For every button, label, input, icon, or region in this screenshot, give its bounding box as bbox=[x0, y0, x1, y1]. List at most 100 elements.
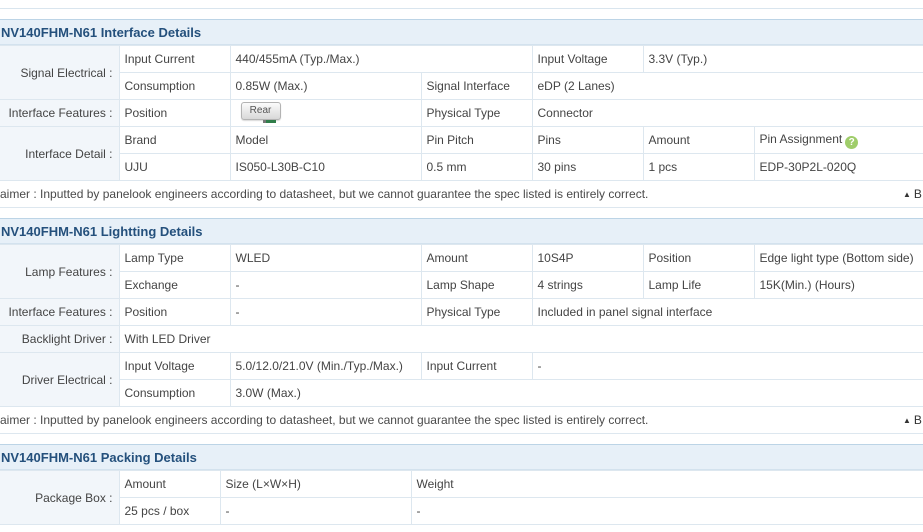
pins-header: Pins bbox=[531, 126, 644, 154]
amount-value: 10S4P bbox=[531, 244, 644, 272]
back-to-top-label: B bbox=[913, 413, 922, 427]
disclaimer-text: aimer : Inputted by panelook engineers a… bbox=[0, 187, 649, 201]
input-current-label: Input Current bbox=[118, 45, 231, 73]
physical-type-value: Connector bbox=[531, 99, 923, 127]
lighting-details-title: NV140FHM-N61 Lightting Details bbox=[0, 218, 923, 244]
backlight-driver-label: Backlight Driver : bbox=[0, 325, 120, 353]
back-to-top-label: B bbox=[913, 187, 922, 201]
exchange-value: - bbox=[229, 271, 422, 299]
interface-features-label: Interface Features : bbox=[0, 99, 120, 127]
lamp-shape-value: 4 strings bbox=[531, 271, 644, 299]
driver-consumption-label: Consumption bbox=[118, 379, 231, 407]
package-amount-value: 25 pcs / box bbox=[118, 497, 221, 525]
backlight-driver-value: With LED Driver bbox=[118, 325, 923, 353]
brand-value: UJU bbox=[118, 153, 231, 181]
table-row: Package Box : Amount Size (L×W×H) Weight bbox=[0, 470, 923, 525]
pins-value: 30 pins bbox=[531, 153, 644, 181]
previous-section-border bbox=[0, 8, 923, 9]
interface-details-table: Signal Electrical : Input Current 440/45… bbox=[0, 45, 923, 208]
driver-consumption-value: 3.0W (Max.) bbox=[229, 379, 923, 407]
up-arrow-icon: ▲ bbox=[903, 416, 911, 425]
lamp-life-value: 15K(Min.) (Hours) bbox=[753, 271, 923, 299]
lighting-physical-type-label: Physical Type bbox=[420, 298, 533, 326]
interface-details-section: NV140FHM-N61 Interface Details Signal El… bbox=[0, 19, 923, 208]
table-row: Exchange - Lamp Shape 4 strings Lamp Lif… bbox=[0, 271, 923, 299]
amount-header: Amount bbox=[642, 126, 755, 154]
pin-assignment-header: Pin Assignment? bbox=[753, 126, 923, 154]
table-row: UJU IS050-L30B-C10 0.5 mm 30 pins 1 pcs … bbox=[0, 153, 923, 181]
help-icon[interactable]: ? bbox=[845, 135, 859, 149]
position-value: Rear bbox=[229, 99, 422, 127]
table-row: Interface Features : Position - Physical… bbox=[0, 298, 923, 326]
package-size-value: - bbox=[219, 497, 412, 525]
lighting-interface-features-label: Interface Features : bbox=[0, 298, 120, 326]
package-size-header: Size (L×W×H) bbox=[219, 470, 412, 498]
consumption-value: 0.85W (Max.) bbox=[229, 72, 422, 100]
packing-details-section: NV140FHM-N61 Packing Details Package Box… bbox=[0, 444, 923, 525]
pin-pitch-header: Pin Pitch bbox=[420, 126, 533, 154]
brand-header: Brand bbox=[118, 126, 231, 154]
lamp-position-label: Position bbox=[642, 244, 755, 272]
pin-assignment-value: EDP-30P2L-020Q bbox=[753, 153, 923, 181]
disclaimer-text: aimer : Inputted by panelook engineers a… bbox=[0, 413, 649, 427]
amount-label: Amount bbox=[420, 244, 533, 272]
table-row: Backlight Driver : With LED Driver bbox=[0, 325, 923, 353]
disclaimer-row: aimer : Inputted by panelook engineers a… bbox=[0, 180, 923, 208]
signal-interface-value: eDP (2 Lanes) bbox=[531, 72, 923, 100]
model-header: Model bbox=[229, 126, 422, 154]
lamp-type-label: Lamp Type bbox=[118, 244, 231, 272]
back-to-top-link[interactable]: ▲ B bbox=[903, 413, 922, 428]
back-to-top-link[interactable]: ▲ B bbox=[903, 187, 922, 202]
packing-details-title: NV140FHM-N61 Packing Details bbox=[0, 444, 923, 470]
lighting-position-label: Position bbox=[118, 298, 231, 326]
lamp-shape-label: Lamp Shape bbox=[420, 271, 533, 299]
table-row: Signal Electrical : Input Current 440/45… bbox=[0, 45, 923, 100]
input-current-value: 440/455mA (Typ./Max.) bbox=[229, 45, 533, 73]
input-voltage-value: 3.3V (Typ.) bbox=[642, 45, 923, 73]
interface-details-title: NV140FHM-N61 Interface Details bbox=[0, 19, 923, 45]
consumption-label: Consumption bbox=[118, 72, 231, 100]
signal-interface-label: Signal Interface bbox=[420, 72, 533, 100]
disclaimer-row: aimer : Inputted by panelook engineers a… bbox=[0, 406, 923, 434]
lamp-features-label: Lamp Features : bbox=[0, 244, 120, 299]
lighting-details-section: NV140FHM-N61 Lightting Details Lamp Feat… bbox=[0, 218, 923, 434]
table-row: 25 pcs / box - - bbox=[0, 497, 923, 525]
exchange-label: Exchange bbox=[118, 271, 231, 299]
package-box-label: Package Box : bbox=[0, 470, 120, 525]
input-voltage-label: Input Voltage bbox=[531, 45, 644, 73]
rear-position-image: Rear bbox=[240, 102, 281, 124]
physical-type-label: Physical Type bbox=[420, 99, 533, 127]
up-arrow-icon: ▲ bbox=[903, 190, 911, 199]
disclaimer-cell: aimer : Inputted by panelook engineers a… bbox=[0, 406, 923, 434]
table-row: Driver Electrical : Input Voltage 5.0/12… bbox=[0, 352, 923, 407]
lighting-position-value: - bbox=[229, 298, 422, 326]
package-amount-header: Amount bbox=[118, 470, 221, 498]
connector-marker-icon bbox=[262, 120, 276, 123]
lamp-type-value: WLED bbox=[229, 244, 422, 272]
package-weight-value: - bbox=[410, 497, 923, 525]
driver-input-voltage-label: Input Voltage bbox=[118, 352, 231, 380]
table-row: Consumption 3.0W (Max.) bbox=[0, 379, 923, 407]
pin-pitch-value: 0.5 mm bbox=[420, 153, 533, 181]
table-row: Consumption 0.85W (Max.) Signal Interfac… bbox=[0, 72, 923, 100]
lighting-details-table: Lamp Features : Lamp Type WLED Amount 10… bbox=[0, 244, 923, 434]
driver-input-current-label: Input Current bbox=[420, 352, 533, 380]
packing-details-table: Package Box : Amount Size (L×W×H) Weight… bbox=[0, 470, 923, 525]
amount-value: 1 pcs bbox=[642, 153, 755, 181]
disclaimer-cell: aimer : Inputted by panelook engineers a… bbox=[0, 180, 923, 208]
signal-electrical-label: Signal Electrical : bbox=[0, 45, 120, 100]
interface-detail-label: Interface Detail : bbox=[0, 126, 120, 181]
table-row: Lamp Features : Lamp Type WLED Amount 10… bbox=[0, 244, 923, 299]
position-label: Position bbox=[118, 99, 231, 127]
lighting-physical-type-value: Included in panel signal interface bbox=[531, 298, 923, 326]
table-row: Interface Features : Position Rear Physi… bbox=[0, 99, 923, 127]
driver-input-voltage-value: 5.0/12.0/21.0V (Min./Typ./Max.) bbox=[229, 352, 422, 380]
lamp-position-value: Edge light type (Bottom side) bbox=[753, 244, 923, 272]
table-row: Interface Detail : Brand Model Pin Pitch… bbox=[0, 126, 923, 181]
lamp-life-label: Lamp Life bbox=[642, 271, 755, 299]
driver-input-current-value: - bbox=[531, 352, 923, 380]
driver-electrical-label: Driver Electrical : bbox=[0, 352, 120, 407]
pin-assignment-label: Pin Assignment bbox=[759, 131, 843, 146]
model-value: IS050-L30B-C10 bbox=[229, 153, 422, 181]
package-weight-header: Weight bbox=[410, 470, 923, 498]
